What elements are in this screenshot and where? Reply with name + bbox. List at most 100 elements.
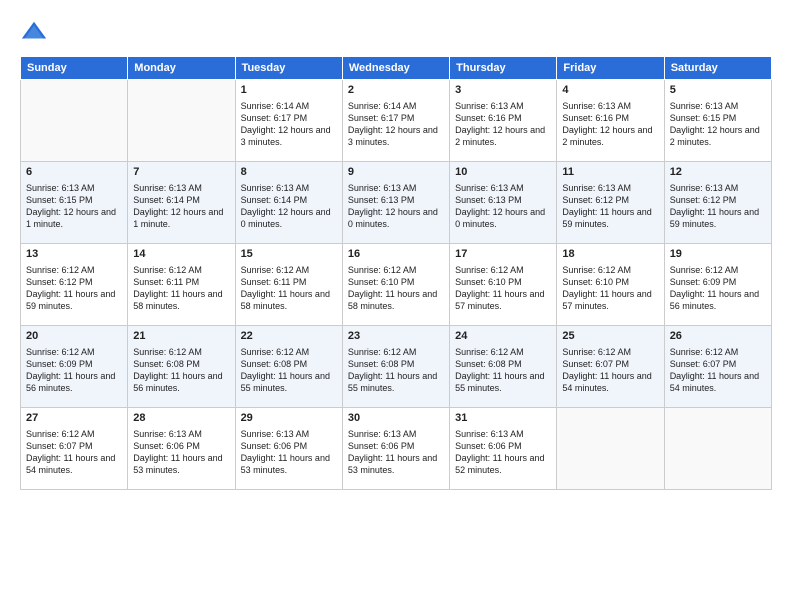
day-number: 26: [670, 329, 766, 344]
calendar-cell: [557, 408, 664, 490]
calendar-cell: 22Sunrise: 6:12 AMSunset: 6:08 PMDayligh…: [235, 326, 342, 408]
calendar-cell: 21Sunrise: 6:12 AMSunset: 6:08 PMDayligh…: [128, 326, 235, 408]
calendar-cell: 27 Sunrise: 6:12 AM Sunset: 6:07 PM Dayligh…: [21, 408, 128, 490]
day-number: 27: [26, 411, 122, 426]
calendar-week-2: 6Sunrise: 6:13 AMSunset: 6:15 PMDaylight…: [21, 162, 772, 244]
calendar-cell: 9Sunrise: 6:13 AMSunset: 6:13 PMDaylight…: [342, 162, 449, 244]
calendar-cell: 25Sunrise: 6:12 AMSunset: 6:07 PMDayligh…: [557, 326, 664, 408]
sunset-text: Sunset: 6:08 PM: [133, 359, 200, 369]
daylight-text: Daylight: 11 hours and 53 minutes.: [348, 453, 437, 475]
day-of-week-saturday: Saturday: [664, 57, 771, 80]
calendar-week-1: 1Sunrise: 6:14 AMSunset: 6:17 PMDaylight…: [21, 80, 772, 162]
day-number: 24: [455, 329, 551, 344]
sunset-text: Sunset: 6:12 PM: [26, 277, 93, 287]
day-of-week-wednesday: Wednesday: [342, 57, 449, 80]
daylight-text: Daylight: 12 hours and 0 minutes.: [241, 207, 331, 229]
day-of-week-sunday: Sunday: [21, 57, 128, 80]
sunset-text: Sunset: 6:09 PM: [670, 277, 737, 287]
calendar-cell: 31Sunrise: 6:13 AMSunset: 6:06 PMDayligh…: [450, 408, 557, 490]
calendar-cell: 17Sunrise: 6:12 AMSunset: 6:10 PMDayligh…: [450, 244, 557, 326]
sunrise-text: Sunrise: 6:13 AM: [133, 429, 202, 439]
calendar-cell: 1Sunrise: 6:14 AMSunset: 6:17 PMDaylight…: [235, 80, 342, 162]
daylight-text: Daylight: 12 hours and 3 minutes.: [348, 125, 438, 147]
sunset-text: Sunset: 6:06 PM: [133, 441, 200, 451]
sunset-text: Sunset: 6:09 PM: [26, 359, 93, 369]
day-number: 8: [241, 165, 337, 180]
daylight-text: Daylight: 11 hours and 58 minutes.: [241, 289, 330, 311]
sunrise-text: Sunrise: 6:13 AM: [133, 183, 202, 193]
calendar-cell: 28 Sunrise: 6:13 AM Sunset: 6:06 PM Dayligh…: [128, 408, 235, 490]
calendar-cell: 3Sunrise: 6:13 AMSunset: 6:16 PMDaylight…: [450, 80, 557, 162]
daylight-text: Daylight: 12 hours and 0 minutes.: [455, 207, 545, 229]
sunrise-text: Sunrise: 6:12 AM: [241, 265, 310, 275]
day-number: 1: [241, 83, 337, 98]
daylight-text: Daylight: 11 hours and 59 minutes.: [26, 289, 115, 311]
daylight-text: Daylight: 11 hours and 55 minutes.: [348, 371, 437, 393]
sunrise-text: Sunrise: 6:13 AM: [455, 429, 524, 439]
sunrise-text: Sunrise: 6:12 AM: [455, 347, 524, 357]
calendar-week-4: 20 Sunrise: 6:12 AM Sunset: 6:09 PM Dayligh…: [21, 326, 772, 408]
day-number: 7: [133, 165, 229, 180]
day-of-week-tuesday: Tuesday: [235, 57, 342, 80]
daylight-text: Daylight: 12 hours and 1 minute.: [133, 207, 223, 229]
calendar-cell: 16Sunrise: 6:12 AMSunset: 6:10 PMDayligh…: [342, 244, 449, 326]
sunset-text: Sunset: 6:08 PM: [241, 359, 308, 369]
day-number: 17: [455, 247, 551, 262]
daylight-text: Daylight: 12 hours and 1 minute.: [26, 207, 116, 229]
sunrise-text: Sunrise: 6:13 AM: [26, 183, 95, 193]
daylight-text: Daylight: 11 hours and 59 minutes.: [562, 207, 651, 229]
daylight-text: Daylight: 12 hours and 3 minutes.: [241, 125, 331, 147]
sunrise-text: Sunrise: 6:12 AM: [562, 347, 631, 357]
page: SundayMondayTuesdayWednesdayThursdayFrid…: [0, 0, 792, 612]
calendar-cell: 24Sunrise: 6:12 AMSunset: 6:08 PMDayligh…: [450, 326, 557, 408]
daylight-text: Daylight: 11 hours and 57 minutes.: [455, 289, 544, 311]
sunset-text: Sunset: 6:07 PM: [26, 441, 93, 451]
calendar-cell: 26Sunrise: 6:12 AMSunset: 6:07 PMDayligh…: [664, 326, 771, 408]
calendar-cell: 5Sunrise: 6:13 AMSunset: 6:15 PMDaylight…: [664, 80, 771, 162]
day-number: 20: [26, 329, 122, 344]
daylight-text: Daylight: 11 hours and 57 minutes.: [562, 289, 651, 311]
calendar-cell: 20Sunrise: 6:12 AMSunset: 6:09 PMDayligh…: [21, 326, 128, 408]
header: [20, 18, 772, 46]
daylight-text: Daylight: 12 hours and 2 minutes.: [455, 125, 545, 147]
day-number: 4: [562, 83, 658, 98]
sunrise-text: Sunrise: 6:13 AM: [348, 429, 417, 439]
calendar-cell: 23Sunrise: 6:12 AMSunset: 6:08 PMDayligh…: [342, 326, 449, 408]
sunset-text: Sunset: 6:07 PM: [562, 359, 629, 369]
sunset-text: Sunset: 6:10 PM: [455, 277, 522, 287]
calendar-cell: 2Sunrise: 6:14 AMSunset: 6:17 PMDaylight…: [342, 80, 449, 162]
day-number: 19: [670, 247, 766, 262]
day-number: 22: [241, 329, 337, 344]
calendar-cell: 12Sunrise: 6:13 AMSunset: 6:12 PMDayligh…: [664, 162, 771, 244]
sunset-text: Sunset: 6:06 PM: [455, 441, 522, 451]
calendar-cell: 30Sunrise: 6:13 AMSunset: 6:06 PMDayligh…: [342, 408, 449, 490]
day-of-week-friday: Friday: [557, 57, 664, 80]
sunrise-text: Sunrise: 6:12 AM: [26, 429, 95, 439]
sunset-text: Sunset: 6:12 PM: [670, 195, 737, 205]
sunrise-text: Sunrise: 6:12 AM: [562, 265, 631, 275]
day-number: 10: [455, 165, 551, 180]
day-number: 15: [241, 247, 337, 262]
calendar-cell: [21, 80, 128, 162]
day-number: 28: [133, 411, 229, 426]
day-number: 3: [455, 83, 551, 98]
day-number: 5: [670, 83, 766, 98]
day-number: 29: [241, 411, 337, 426]
sunset-text: Sunset: 6:17 PM: [241, 113, 308, 123]
daylight-text: Daylight: 11 hours and 56 minutes.: [670, 289, 759, 311]
daylight-text: Daylight: 11 hours and 54 minutes.: [670, 371, 759, 393]
sunrise-text: Sunrise: 6:12 AM: [348, 347, 417, 357]
day-number: 12: [670, 165, 766, 180]
calendar-week-5: 27 Sunrise: 6:12 AM Sunset: 6:07 PM Dayligh…: [21, 408, 772, 490]
calendar-cell: 18Sunrise: 6:12 AMSunset: 6:10 PMDayligh…: [557, 244, 664, 326]
daylight-text: Daylight: 11 hours and 54 minutes.: [26, 453, 115, 475]
sunrise-text: Sunrise: 6:12 AM: [670, 347, 739, 357]
sunrise-text: Sunrise: 6:13 AM: [562, 101, 631, 111]
logo-icon: [20, 18, 48, 46]
day-number: 6: [26, 165, 122, 180]
daylight-text: Daylight: 11 hours and 53 minutes.: [133, 453, 222, 475]
sunset-text: Sunset: 6:10 PM: [348, 277, 415, 287]
calendar-cell: 19Sunrise: 6:12 AMSunset: 6:09 PMDayligh…: [664, 244, 771, 326]
daylight-text: Daylight: 12 hours and 2 minutes.: [670, 125, 760, 147]
calendar-header-row: SundayMondayTuesdayWednesdayThursdayFrid…: [21, 57, 772, 80]
